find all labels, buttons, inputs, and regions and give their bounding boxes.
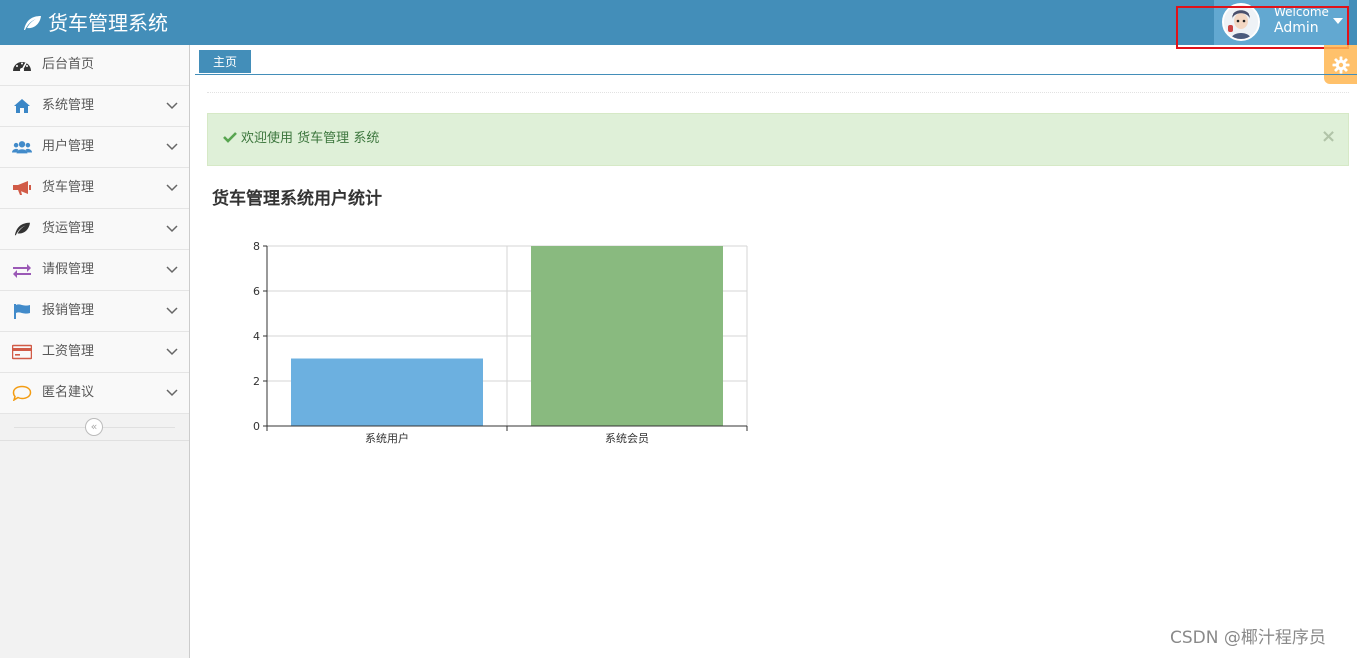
sidebar-item-label: 货运管理 [42, 221, 95, 236]
highlight-box [1176, 6, 1349, 49]
y-tick-label: 4 [253, 330, 260, 343]
bar [531, 246, 723, 426]
sidebar-item-label: 工资管理 [42, 344, 95, 359]
welcome-alert: 欢迎使用 货车管理 系统 × [207, 113, 1349, 166]
leaf-icon [12, 220, 32, 238]
app-title: 货车管理系统 [48, 10, 168, 35]
chevron-down-icon [166, 389, 178, 397]
sidebar-item-label: 报销管理 [42, 303, 95, 318]
sidebar-collapse: « [0, 414, 189, 441]
watermark: CSDN @椰汁程序员 [1170, 628, 1326, 648]
sidebar-item-salary[interactable]: 工资管理 [0, 332, 189, 373]
bar [291, 358, 483, 426]
users-icon [12, 138, 32, 156]
sidebar-item-label: 货车管理 [42, 180, 95, 195]
chevron-down-icon [166, 225, 178, 233]
credit-card-icon [12, 343, 32, 361]
x-tick-label: 系统用户 [365, 431, 409, 445]
sidebar-item-label: 匿名建议 [42, 385, 95, 400]
divider [207, 92, 1349, 93]
alert-prefix: 欢迎使用 [241, 131, 294, 146]
y-tick-label: 2 [253, 375, 260, 388]
chevron-down-icon [166, 102, 178, 110]
tab-home[interactable]: 主页 [199, 50, 252, 73]
chevron-down-icon [166, 184, 178, 192]
chevron-down-icon [166, 348, 178, 356]
exchange-icon [12, 261, 32, 279]
sidebar-item-label: 后台首页 [42, 57, 95, 72]
sidebar-item-reimbursement[interactable]: 报销管理 [0, 291, 189, 332]
sidebar-item-system[interactable]: 系统管理 [0, 86, 189, 127]
sidebar-item-freight[interactable]: 货运管理 [0, 209, 189, 250]
leaf-icon [22, 14, 42, 32]
chevron-down-icon [166, 307, 178, 315]
y-tick-label: 8 [253, 240, 260, 253]
user-stats-chart: 0 2 4 6 8 系统用户 系统会员 [253, 240, 748, 445]
alert-text: 欢迎使用 货车管理 系统 [241, 131, 379, 147]
sidebar-item-label: 系统管理 [42, 98, 95, 113]
alert-suffix: 系统 [353, 131, 380, 146]
flag-icon [12, 302, 32, 320]
double-chevron-left-icon[interactable]: « [85, 418, 103, 436]
alert-app-name: 货车管理 [297, 131, 350, 146]
bullhorn-icon [12, 179, 32, 197]
check-icon [223, 132, 237, 143]
x-tick-label: 系统会员 [605, 432, 649, 445]
tab-bar: 主页 [195, 50, 1357, 75]
sidebar-item-label: 请假管理 [42, 262, 95, 277]
y-tick-label: 6 [253, 285, 260, 298]
comment-icon [12, 384, 32, 402]
home-icon [12, 97, 32, 115]
sidebar-item-users[interactable]: 用户管理 [0, 127, 189, 168]
sidebar-item-suggestions[interactable]: 匿名建议 [0, 373, 189, 414]
sidebar-item-label: 用户管理 [42, 139, 95, 154]
chevron-down-icon [166, 266, 178, 274]
y-tick-label: 0 [253, 420, 260, 433]
sidebar-item-trucks[interactable]: 货车管理 [0, 168, 189, 209]
sidebar-item-leave[interactable]: 请假管理 [0, 250, 189, 291]
sidebar: 后台首页 系统管理 用户管理 货车管理 货运管理 请假管理 报销管理 工资管理 … [0, 45, 190, 658]
top-navbar: 货车管理系统 Welcome Admin [0, 0, 1357, 49]
chevron-down-icon [166, 143, 178, 151]
brand[interactable]: 货车管理系统 [22, 0, 168, 45]
sidebar-item-dashboard[interactable]: 后台首页 [0, 45, 189, 86]
tachometer-icon [12, 56, 32, 74]
close-icon[interactable]: × [1321, 128, 1336, 146]
chart-title: 货车管理系统用户统计 [212, 189, 382, 209]
